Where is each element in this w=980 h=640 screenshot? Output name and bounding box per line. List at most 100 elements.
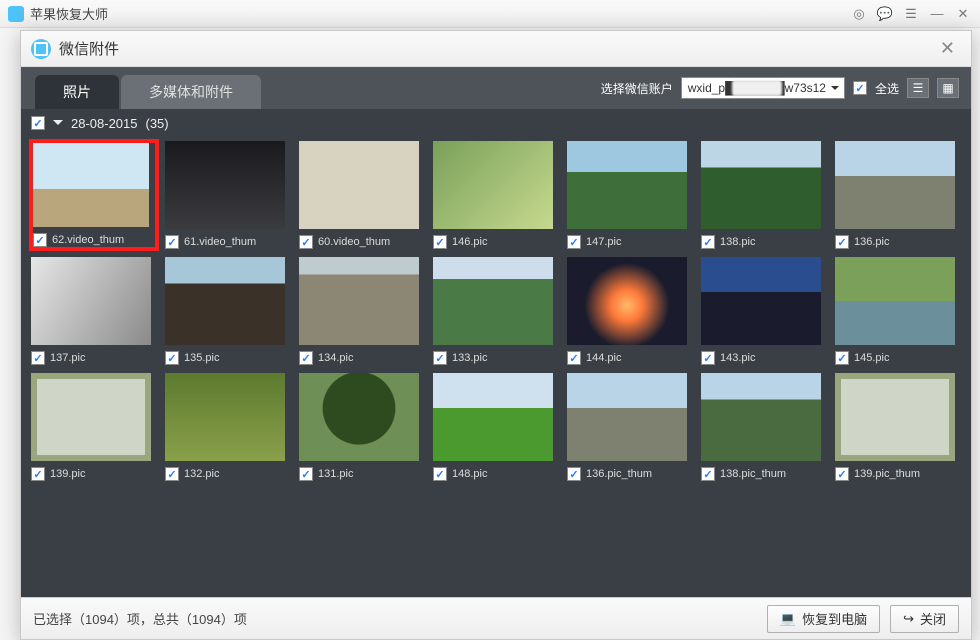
thumbnail-caption: 147.pic <box>567 235 687 249</box>
thumbnail-cell[interactable]: 136.pic <box>835 141 961 249</box>
thumbnail-cell[interactable]: 132.pic <box>165 373 291 481</box>
date-group-header[interactable]: 28-08-2015 (35) <box>21 109 971 137</box>
thumbnail-cell[interactable]: 145.pic <box>835 257 961 365</box>
thumbnail-image[interactable] <box>433 141 553 229</box>
thumbnail-checkbox[interactable] <box>299 351 313 365</box>
thumbnail-cell[interactable]: 60.video_thum <box>299 141 425 249</box>
thumbnail-image[interactable] <box>567 257 687 345</box>
thumbnail-cell[interactable]: 133.pic <box>433 257 559 365</box>
thumbnail-image[interactable] <box>31 373 151 461</box>
thumbnail-cell[interactable]: 62.video_thum <box>31 141 157 249</box>
thumbnail-checkbox[interactable] <box>567 467 581 481</box>
thumbnail-checkbox[interactable] <box>835 351 849 365</box>
thumbnail-image[interactable] <box>567 373 687 461</box>
thumbnail-cell[interactable]: 136.pic_thum <box>567 373 693 481</box>
thumbnail-cell[interactable]: 139.pic_thum <box>835 373 961 481</box>
thumbnail-cell[interactable]: 146.pic <box>433 141 559 249</box>
thumbnail-cell[interactable]: 148.pic <box>433 373 559 481</box>
thumbnail-image[interactable] <box>165 257 285 345</box>
modal-footer: 已选择（1094）项，总共（1094）项 💻 恢复到电脑 ↪ 关闭 <box>21 597 971 639</box>
thumbnail-checkbox[interactable] <box>433 235 447 249</box>
thumbnail-image[interactable] <box>33 143 149 227</box>
thumbnail-cell[interactable]: 144.pic <box>567 257 693 365</box>
thumbnail-image[interactable] <box>835 257 955 345</box>
thumbnail-label: 147.pic <box>586 236 621 248</box>
group-count: (35) <box>146 116 169 131</box>
thumbnail-cell[interactable]: 139.pic <box>31 373 157 481</box>
tab-photos[interactable]: 照片 <box>35 75 119 109</box>
feedback-icon[interactable]: 💬 <box>876 5 894 23</box>
view-list-icon[interactable]: ☰ <box>907 78 929 98</box>
close-label: 关闭 <box>920 609 946 628</box>
thumbnail-checkbox[interactable] <box>165 467 179 481</box>
thumbnail-image[interactable] <box>299 141 419 229</box>
thumbnail-checkbox[interactable] <box>433 467 447 481</box>
thumbnail-scroll-area[interactable]: 28-08-2015 (35) 62.video_thum 61.video_th… <box>21 109 971 597</box>
thumbnail-cell[interactable]: 138.pic <box>701 141 827 249</box>
thumbnail-label: 145.pic <box>854 352 889 364</box>
menu-icon[interactable]: ☰ <box>902 5 920 23</box>
thumbnail-checkbox[interactable] <box>567 351 581 365</box>
thumbnail-cell[interactable]: 135.pic <box>165 257 291 365</box>
thumbnail-checkbox[interactable] <box>165 351 179 365</box>
thumbnail-cell[interactable]: 138.pic_thum <box>701 373 827 481</box>
thumbnail-image[interactable] <box>835 373 955 461</box>
thumbnail-caption: 136.pic_thum <box>567 467 687 481</box>
thumbnail-label: 61.video_thum <box>184 236 256 248</box>
thumbnail-checkbox[interactable] <box>701 235 715 249</box>
thumbnail-image[interactable] <box>165 141 285 229</box>
attachments-modal: 微信附件 ✕ 照片 多媒体和附件 选择微信账户 wxid_p███████w73… <box>20 30 972 640</box>
minimize-icon[interactable]: — <box>928 5 946 23</box>
thumbnail-image[interactable] <box>31 257 151 345</box>
modal-title: 微信附件 <box>59 38 119 59</box>
group-checkbox[interactable] <box>31 116 45 130</box>
view-grid-icon[interactable]: ▦ <box>937 78 959 98</box>
tab-media[interactable]: 多媒体和附件 <box>121 75 261 109</box>
thumbnail-checkbox[interactable] <box>33 233 47 247</box>
account-select[interactable]: wxid_p███████w73s12 <box>681 77 845 99</box>
thumbnail-cell[interactable]: 61.video_thum <box>165 141 291 249</box>
thumbnail-checkbox[interactable] <box>835 235 849 249</box>
app-title: 苹果恢复大师 <box>30 4 108 23</box>
modal-close-icon[interactable]: ✕ <box>934 36 961 61</box>
thumbnail-image[interactable] <box>701 141 821 229</box>
thumbnail-image[interactable] <box>433 257 553 345</box>
thumbnail-caption: 139.pic_thum <box>835 467 955 481</box>
thumbnail-checkbox[interactable] <box>701 467 715 481</box>
close-app-icon[interactable]: ✕ <box>954 5 972 23</box>
thumbnail-image[interactable] <box>433 373 553 461</box>
collapse-icon[interactable] <box>53 120 63 130</box>
close-button[interactable]: ↪ 关闭 <box>890 605 959 633</box>
thumbnail-checkbox[interactable] <box>433 351 447 365</box>
thumbnail-label: 144.pic <box>586 352 621 364</box>
thumbnail-checkbox[interactable] <box>31 351 45 365</box>
thumbnail-checkbox[interactable] <box>165 235 179 249</box>
thumbnail-cell[interactable]: 147.pic <box>567 141 693 249</box>
thumbnail-image[interactable] <box>835 141 955 229</box>
select-all-checkbox[interactable] <box>853 81 867 95</box>
thumbnail-image[interactable] <box>165 373 285 461</box>
exit-icon: ↪ <box>903 611 914 627</box>
app-titlebar: 苹果恢复大师 ◎ 💬 ☰ — ✕ <box>0 0 980 28</box>
thumbnail-checkbox[interactable] <box>299 467 313 481</box>
thumbnail-image[interactable] <box>567 141 687 229</box>
thumbnail-checkbox[interactable] <box>701 351 715 365</box>
thumbnail-checkbox[interactable] <box>567 235 581 249</box>
thumbnail-image[interactable] <box>299 373 419 461</box>
tab-bar: 照片 多媒体和附件 选择微信账户 wxid_p███████w73s12 全选 … <box>21 67 971 109</box>
thumbnail-checkbox[interactable] <box>31 467 45 481</box>
thumbnail-checkbox[interactable] <box>299 235 313 249</box>
thumbnail-image[interactable] <box>701 373 821 461</box>
thumbnail-image[interactable] <box>701 257 821 345</box>
thumbnail-caption: 144.pic <box>567 351 687 365</box>
restore-button[interactable]: 💻 恢复到电脑 <box>767 605 880 633</box>
thumbnail-cell[interactable]: 137.pic <box>31 257 157 365</box>
thumbnail-cell[interactable]: 143.pic <box>701 257 827 365</box>
thumbnail-cell[interactable]: 131.pic <box>299 373 425 481</box>
weibo-icon[interactable]: ◎ <box>850 5 868 23</box>
group-date: 28-08-2015 <box>71 116 138 131</box>
thumbnail-image[interactable] <box>299 257 419 345</box>
thumbnail-checkbox[interactable] <box>835 467 849 481</box>
thumbnail-label: 146.pic <box>452 236 487 248</box>
thumbnail-cell[interactable]: 134.pic <box>299 257 425 365</box>
